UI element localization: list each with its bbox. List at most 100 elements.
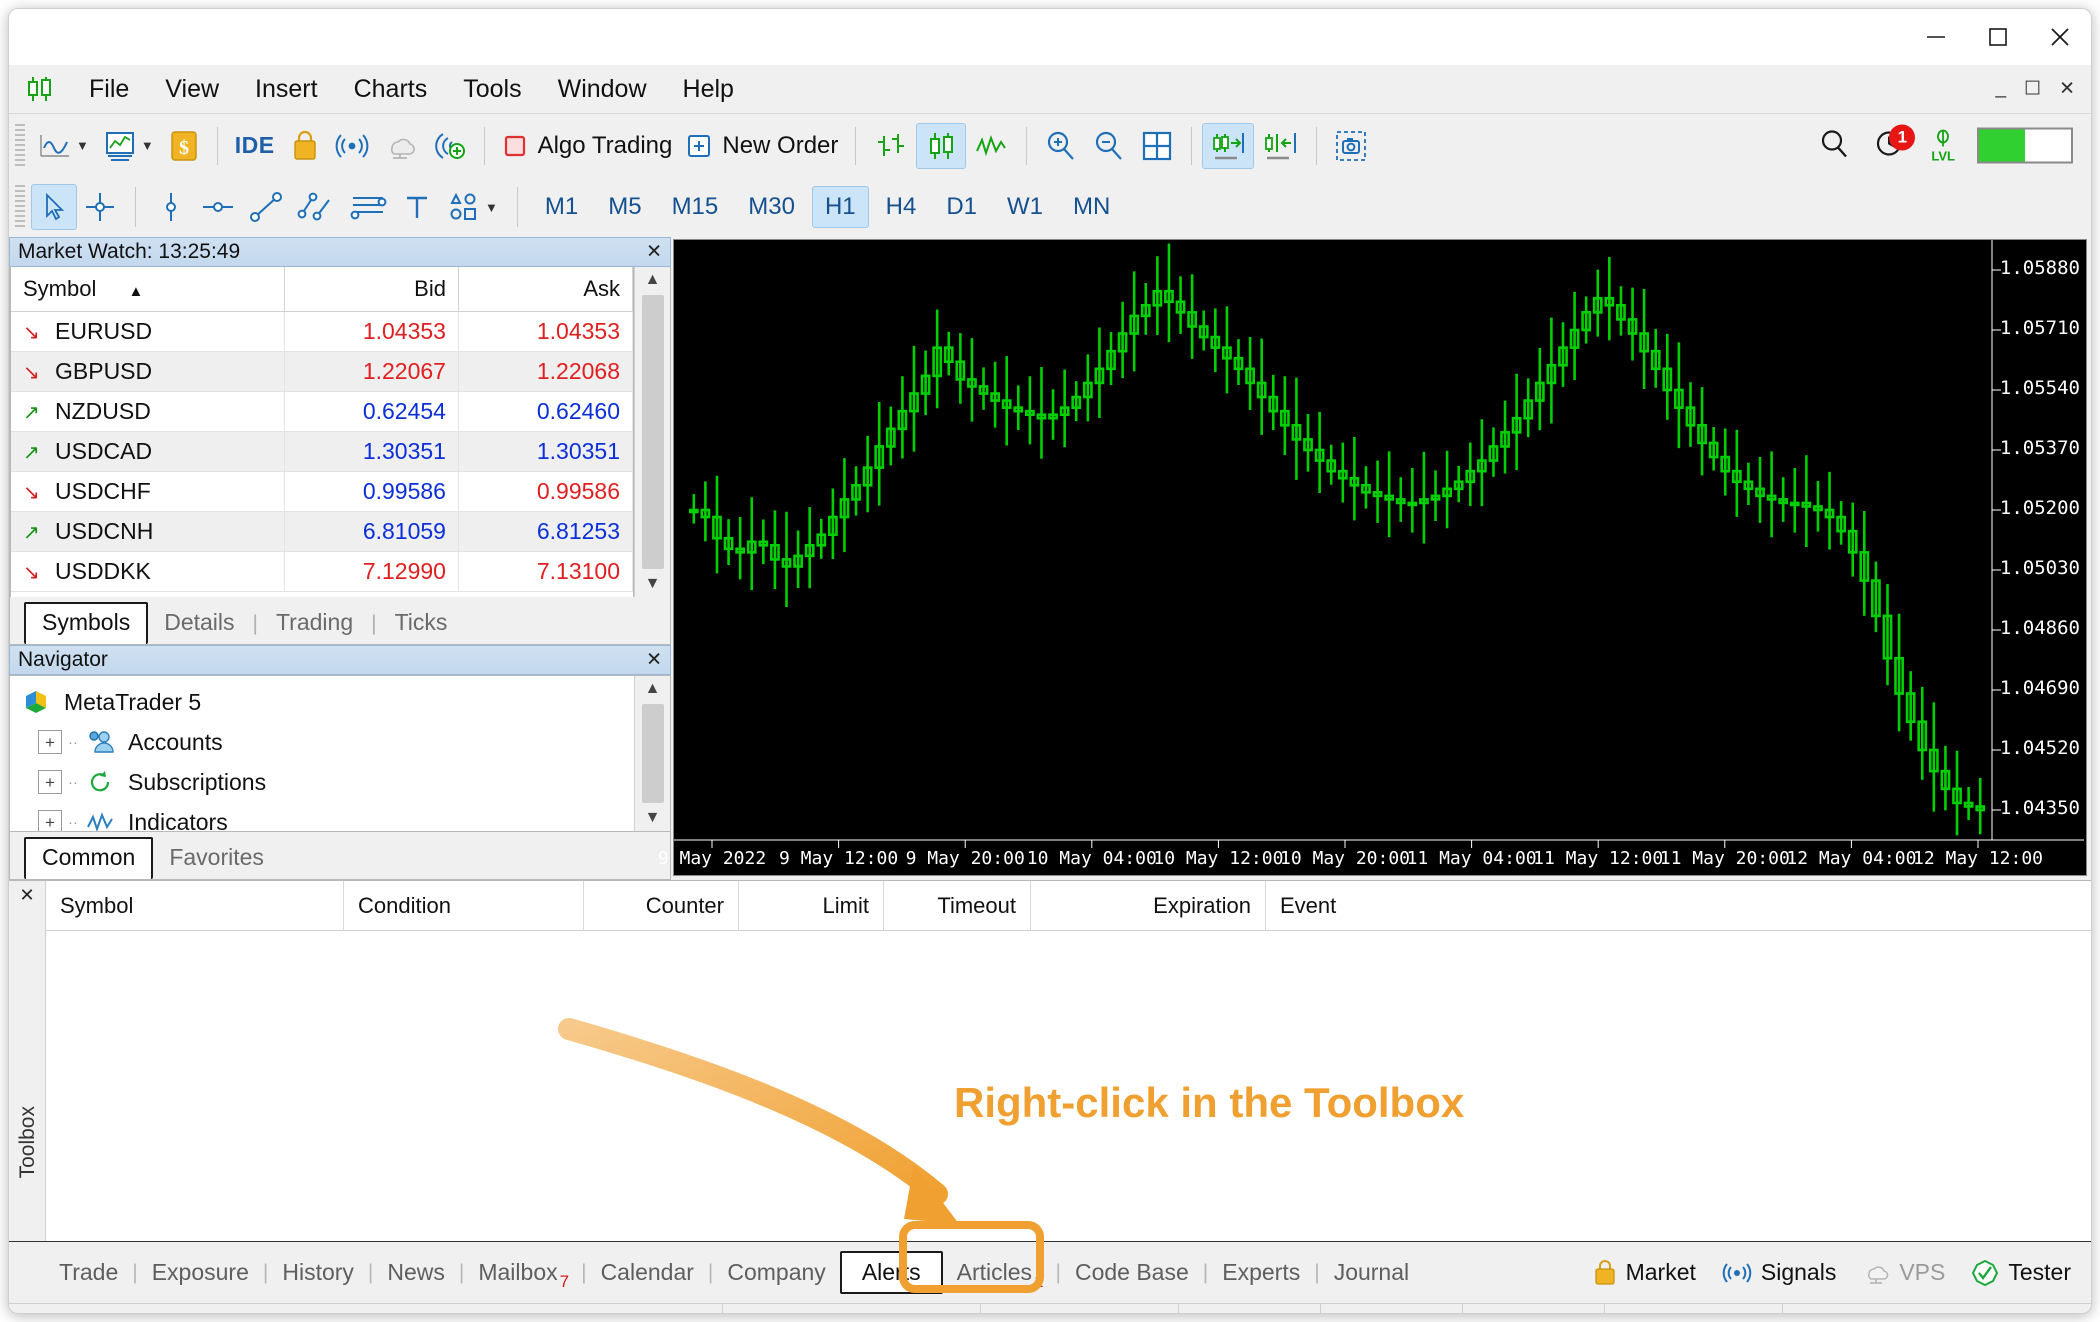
timeframe-w1[interactable]: W1: [994, 186, 1056, 228]
menu-help[interactable]: Help: [665, 72, 752, 107]
connection-toggle[interactable]: [1977, 128, 2073, 164]
sidebar-item-indicators[interactable]: + ·· Indicators: [20, 802, 634, 832]
shapes-icon[interactable]: ▼: [440, 184, 505, 230]
toolbar-grip[interactable]: [15, 185, 25, 229]
column-header-symbol[interactable]: Symbol: [46, 881, 344, 930]
scrollbar-thumb[interactable]: [642, 704, 664, 803]
tab-calendar[interactable]: Calendar: [587, 1259, 708, 1286]
tester-button[interactable]: Tester: [1971, 1259, 2071, 1287]
fibonacci-icon[interactable]: [342, 184, 394, 230]
sidebar-item-accounts[interactable]: + ·· Accounts: [20, 722, 634, 762]
expand-icon[interactable]: +: [38, 810, 62, 832]
column-header-limit[interactable]: Limit: [739, 881, 884, 930]
sidebar-item-subscriptions[interactable]: + ·· Subscriptions: [20, 762, 634, 802]
menu-view[interactable]: View: [147, 72, 237, 107]
menu-insert[interactable]: Insert: [237, 72, 336, 107]
indicators-chart-icon[interactable]: ▼: [96, 123, 161, 169]
chevron-down-icon[interactable]: ▼: [76, 138, 89, 153]
close-icon[interactable]: ✕: [646, 649, 662, 672]
timeframe-d1[interactable]: D1: [933, 186, 990, 228]
alerts-list-empty[interactable]: [46, 931, 2091, 1241]
market-button[interactable]: Market: [1593, 1259, 1696, 1287]
tab-trading[interactable]: Trading: [260, 604, 369, 644]
timeframe-m5[interactable]: M5: [595, 186, 654, 228]
zoom-in-icon[interactable]: [1037, 123, 1085, 169]
market-watch-scrollbar[interactable]: ▲ ▼: [634, 267, 670, 597]
tab-code-base[interactable]: Code Base: [1061, 1259, 1203, 1286]
menu-window[interactable]: Window: [540, 72, 665, 107]
timeframe-m15[interactable]: M15: [659, 186, 732, 228]
copy-signals-icon[interactable]: [424, 123, 474, 169]
new-order-button[interactable]: New Order: [679, 123, 845, 169]
scroll-up-icon[interactable]: ▲: [645, 680, 661, 698]
tab-company[interactable]: Company: [713, 1259, 839, 1286]
table-row[interactable]: ↘GBPUSD 1.22067 1.22068: [11, 351, 633, 391]
close-button[interactable]: [2029, 14, 2091, 60]
tab-exposure[interactable]: Exposure: [138, 1259, 263, 1286]
horizontal-line-icon[interactable]: [194, 184, 242, 230]
tile-windows-icon[interactable]: [1133, 123, 1181, 169]
tab-news[interactable]: News: [373, 1259, 459, 1286]
lvl-indicator-icon[interactable]: LVL: [1931, 128, 1955, 163]
search-icon[interactable]: [1817, 126, 1851, 165]
text-icon[interactable]: [394, 184, 440, 230]
expand-icon[interactable]: +: [38, 730, 62, 754]
scroll-down-icon[interactable]: ▼: [645, 575, 661, 593]
signals-icon[interactable]: [328, 123, 376, 169]
trendline-icon[interactable]: [242, 184, 290, 230]
minimize-button[interactable]: [1905, 14, 1967, 60]
maximize-button[interactable]: [1967, 14, 2029, 60]
tab-trade[interactable]: Trade: [45, 1259, 132, 1286]
line-chart-mode-icon[interactable]: [966, 123, 1016, 169]
vertical-line-icon[interactable]: [148, 184, 194, 230]
close-icon[interactable]: ✕: [646, 241, 662, 264]
auto-scroll-icon[interactable]: [1202, 123, 1254, 169]
timeframe-h4[interactable]: H4: [873, 186, 930, 228]
column-header-counter[interactable]: Counter: [584, 881, 739, 930]
column-header-event[interactable]: Event: [1266, 881, 2091, 930]
candlestick-chart-icon[interactable]: [916, 123, 966, 169]
timeframe-h1[interactable]: H1: [812, 186, 869, 228]
menu-tools[interactable]: Tools: [445, 72, 539, 107]
table-row[interactable]: ↗USDCAD 1.30351 1.30351: [11, 431, 633, 471]
chart-shift-icon[interactable]: [1254, 123, 1306, 169]
status-profile[interactable]: Default: [723, 1304, 981, 1314]
table-row[interactable]: ↗NZDUSD 0.62454 0.62460: [11, 391, 633, 431]
tab-details[interactable]: Details: [148, 604, 250, 644]
navigator-scrollbar[interactable]: ▲ ▼: [634, 676, 670, 831]
market-bag-icon[interactable]: [282, 123, 328, 169]
algo-trading-button[interactable]: Algo Trading: [495, 123, 680, 169]
menu-file[interactable]: File: [71, 72, 147, 107]
chevron-down-icon[interactable]: ▼: [141, 138, 154, 153]
vps-button[interactable]: VPS: [1862, 1259, 1945, 1286]
bar-chart-icon[interactable]: [866, 123, 916, 169]
tab-experts[interactable]: Experts: [1208, 1259, 1314, 1286]
column-header-bid[interactable]: Bid: [284, 267, 458, 311]
zoom-out-icon[interactable]: [1085, 123, 1133, 169]
timeframe-mn[interactable]: MN: [1060, 186, 1123, 228]
column-header-symbol[interactable]: Symbol ▲: [11, 267, 284, 311]
tab-journal[interactable]: Journal: [1320, 1259, 1423, 1286]
mdi-close-button[interactable]: ✕: [2059, 78, 2075, 101]
tab-mailbox[interactable]: Mailbox7: [464, 1259, 581, 1286]
scroll-up-icon[interactable]: ▲: [645, 271, 661, 289]
column-header-ask[interactable]: Ask: [458, 267, 632, 311]
polyline-icon[interactable]: [290, 184, 342, 230]
tab-symbols[interactable]: Symbols: [24, 602, 148, 644]
table-row[interactable]: ↘USDDKK 7.12990 7.13100: [11, 551, 633, 591]
ide-button[interactable]: IDE: [228, 123, 282, 169]
notifications-icon[interactable]: 1: [1873, 126, 1909, 165]
column-header-condition[interactable]: Condition: [344, 881, 584, 930]
menu-charts[interactable]: Charts: [336, 72, 446, 107]
navigator-root[interactable]: MetaTrader 5: [20, 682, 634, 722]
tab-favorites[interactable]: Favorites: [153, 839, 280, 879]
price-chart[interactable]: 1.058801.057101.055401.053701.052001.050…: [673, 239, 2087, 876]
column-header-expiration[interactable]: Expiration: [1031, 881, 1266, 930]
mdi-restore-button[interactable]: ☐: [2024, 78, 2041, 101]
crosshair-icon[interactable]: [77, 184, 123, 230]
close-icon[interactable]: ✕: [9, 881, 45, 906]
table-row[interactable]: ↗USDCNH 6.81059 6.81253: [11, 511, 633, 551]
timeframe-m1[interactable]: M1: [532, 186, 591, 228]
signals-button[interactable]: Signals: [1722, 1259, 1836, 1286]
chevron-down-icon[interactable]: ▼: [485, 200, 498, 215]
